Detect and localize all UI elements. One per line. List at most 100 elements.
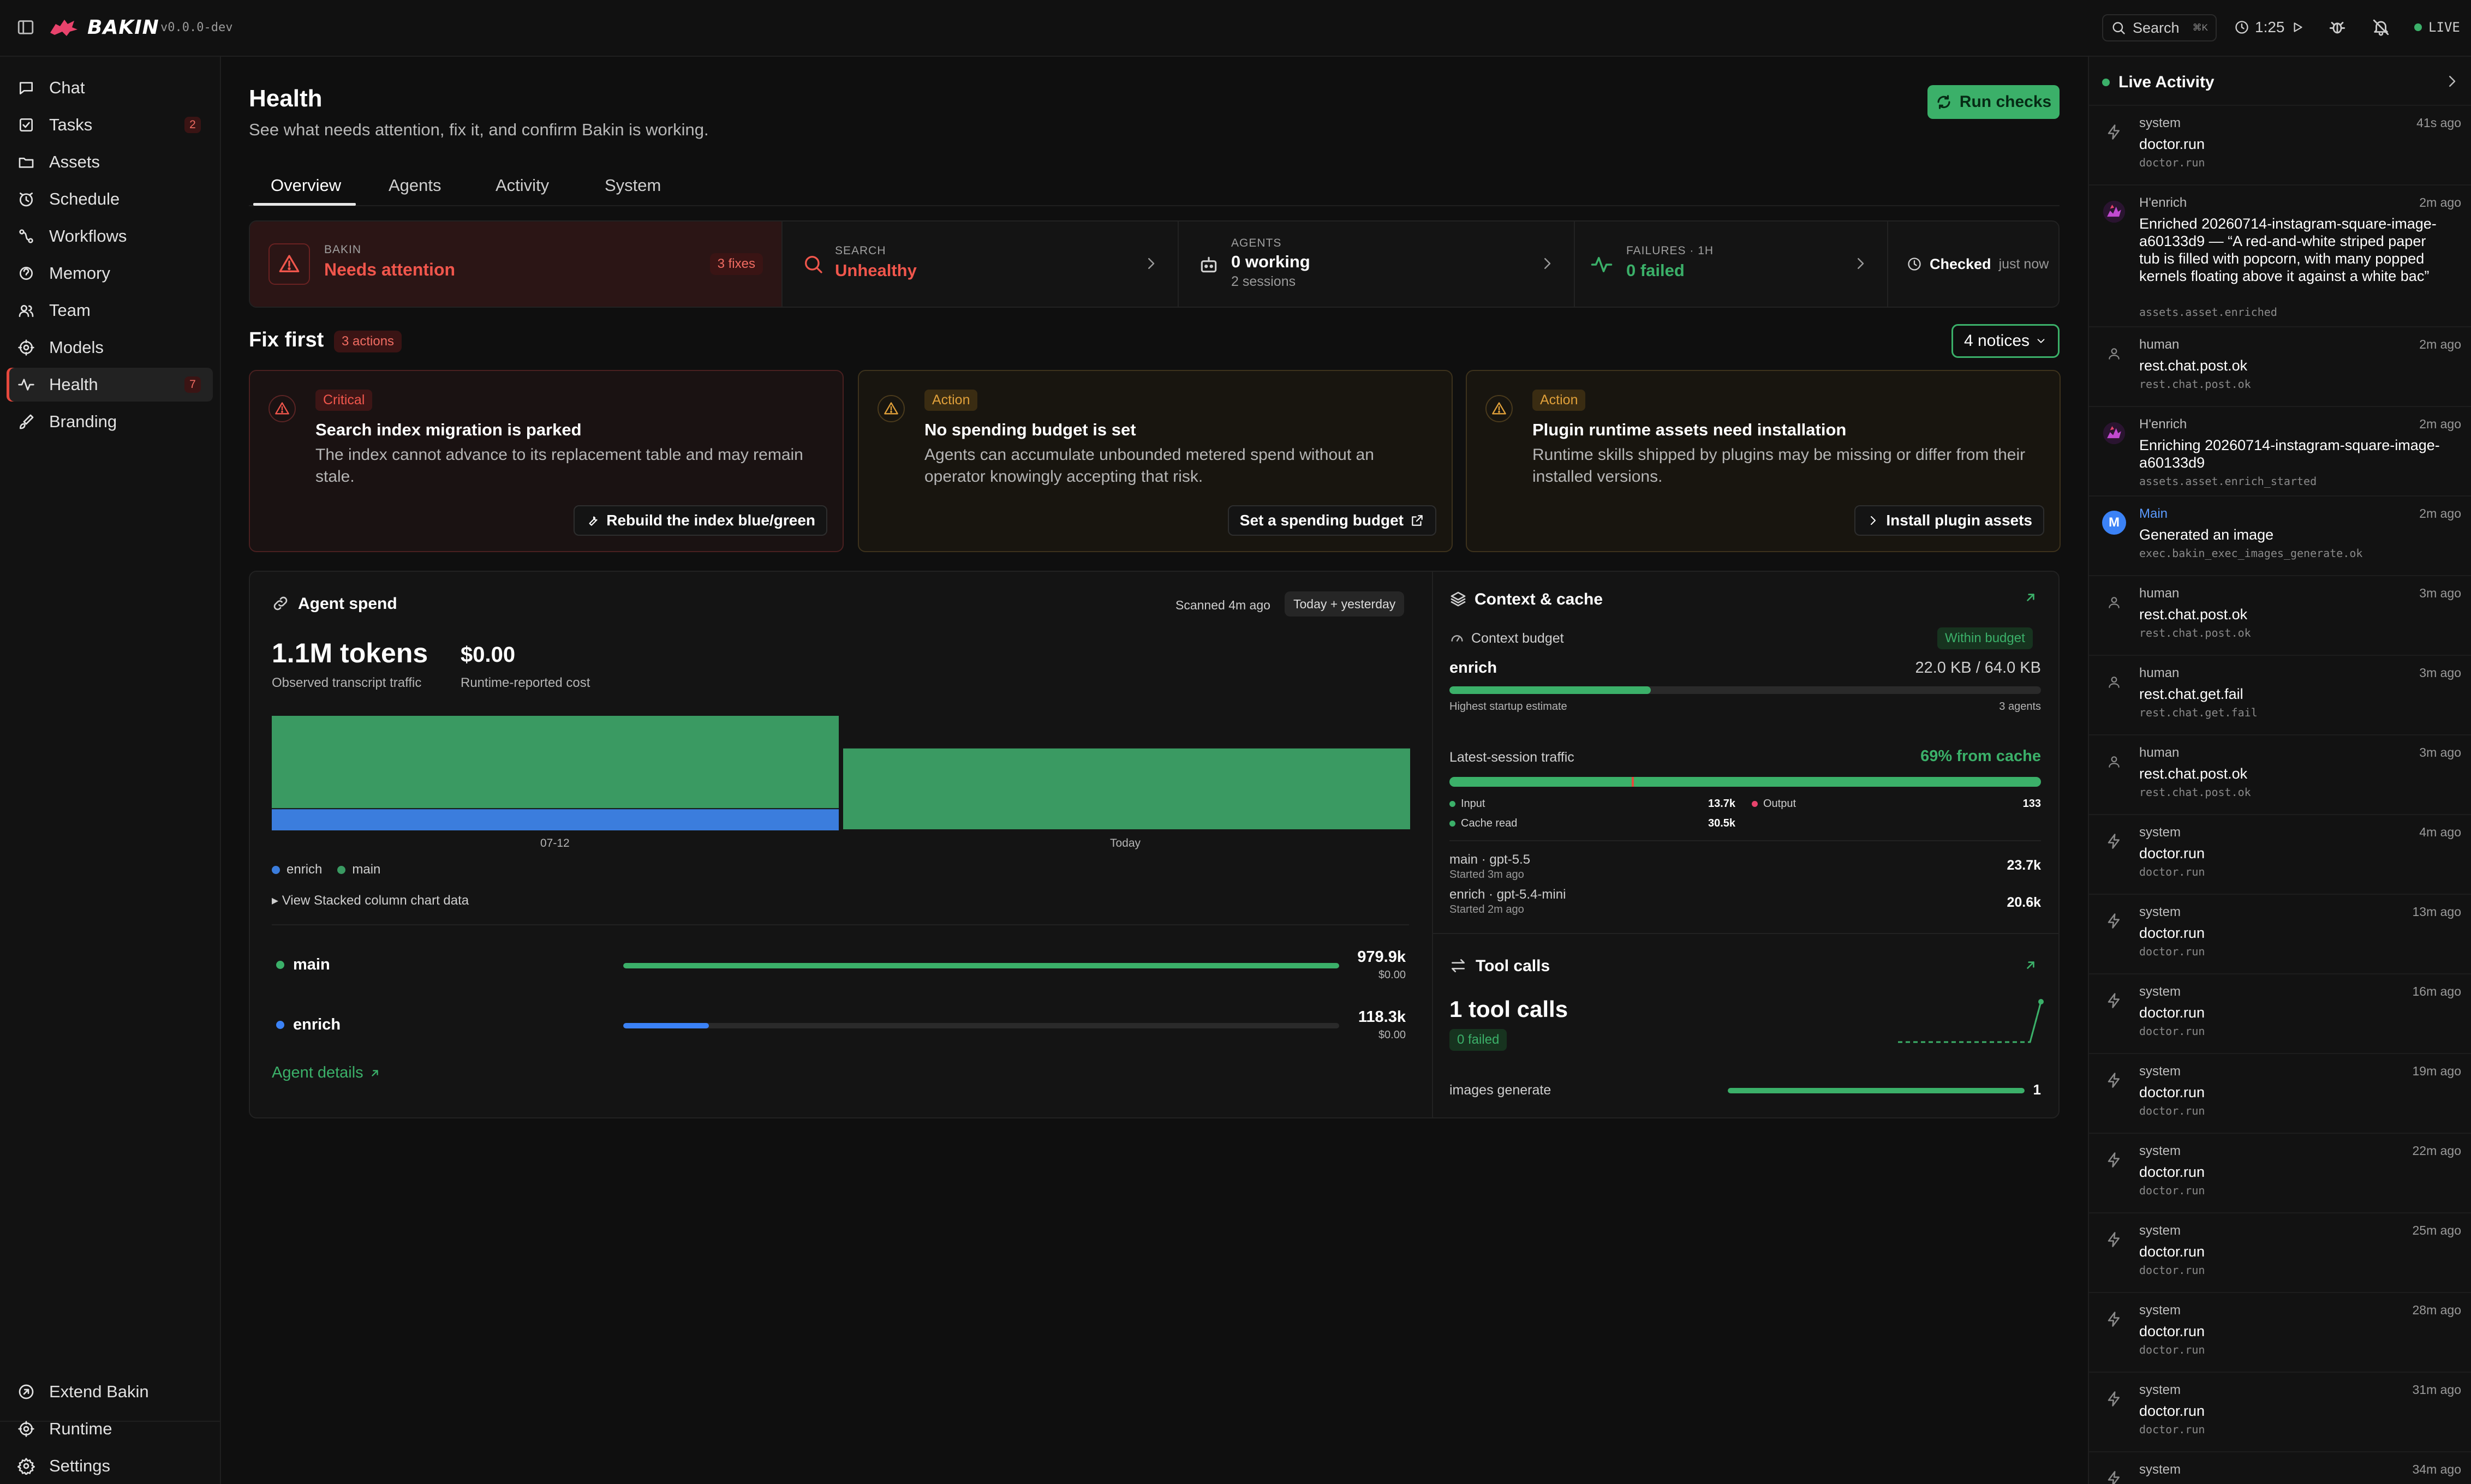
workflow-icon xyxy=(19,229,33,243)
chevron-right-icon xyxy=(1539,255,1555,272)
sidebar-item-label: Models xyxy=(49,338,104,357)
activity-item[interactable]: system 31m ago doctor.run doctor.run xyxy=(2089,1373,2471,1452)
bolt-icon xyxy=(2102,1387,2126,1411)
sidebar-item-label: Health xyxy=(49,375,98,394)
divider xyxy=(1433,933,2058,934)
activity-item[interactable]: system 4m ago doctor.run doctor.run xyxy=(2089,815,2471,895)
sidebar-item-models[interactable]: Models xyxy=(7,331,213,364)
tab-system[interactable]: System xyxy=(605,176,661,195)
live-activity-title: Live Activity xyxy=(2118,73,2215,91)
activity-time: 19m ago xyxy=(2412,1064,2461,1078)
fix-card-title: Search index migration is parked xyxy=(315,420,582,439)
tool-calls-open-icon[interactable] xyxy=(2024,958,2038,972)
set-spending-budget-button[interactable]: Set a spending budget xyxy=(1227,505,1436,536)
activity-event: exec.bakin_exec_images_generate.ok xyxy=(2139,547,2363,560)
agent-row-main[interactable]: main xyxy=(276,956,330,974)
context-open-icon[interactable] xyxy=(2024,590,2038,605)
activity-icon xyxy=(1590,253,1613,276)
activity-actor: human xyxy=(2139,745,2180,760)
status-bakin[interactable]: BAKIN Needs attention 3 fixes xyxy=(250,222,781,307)
run-checks-button[interactable]: Run checks xyxy=(1927,85,2060,119)
sidebar-toggle-icon[interactable] xyxy=(16,0,35,55)
view-chart-data-toggle[interactable]: ▸ View Stacked column chart data xyxy=(272,893,469,908)
activity-item[interactable]: M Main 2m ago Generated an image exec.bakin_… xyxy=(2089,496,2471,576)
bar-main-0[interactable] xyxy=(272,716,839,809)
activity-item[interactable]: system 13m ago doctor.run doctor.run xyxy=(2089,895,2471,974)
tab-activity[interactable]: Activity xyxy=(496,176,549,195)
session-value: 20.6k xyxy=(2007,895,2041,910)
activity-item[interactable]: system 16m ago doctor.run doctor.run xyxy=(2089,974,2471,1054)
activity-title: rest.chat.post.ok xyxy=(2139,357,2248,374)
activity-item[interactable]: human 3m ago rest.chat.post.ok rest.chat.po… xyxy=(2089,576,2471,656)
activity-item[interactable]: system 28m ago doctor.run doctor.run xyxy=(2089,1293,2471,1373)
tokens-label: Observed transcript traffic xyxy=(272,675,422,690)
fix-card-body: The index cannot advance to its replacem… xyxy=(315,446,803,486)
status-failures[interactable]: FAILURES · 1H 0 failed xyxy=(1574,222,1887,307)
activity-item[interactable]: system 19m ago doctor.run doctor.run xyxy=(2089,1054,2471,1134)
tabs-divider xyxy=(249,205,2060,206)
activity-item[interactable]: H'enrich 2m ago Enriched 20260714-instagra… xyxy=(2089,185,2471,327)
agent-row-enrich[interactable]: enrich xyxy=(276,1016,341,1034)
bar-main-1[interactable] xyxy=(843,748,1410,829)
sidebar-item-team[interactable]: Team xyxy=(7,294,213,327)
sidebar-item-memory[interactable]: Memory xyxy=(7,256,213,290)
rebuild-index-label: Rebuild the index blue/green xyxy=(606,512,815,529)
agent-details-link[interactable]: Agent details xyxy=(272,1064,381,1082)
status-search[interactable]: SEARCH Unhealthy xyxy=(781,222,1178,307)
sidebar-item-health[interactable]: Health 7 xyxy=(7,368,213,402)
tab-overview[interactable]: Overview xyxy=(271,176,341,195)
activity-item[interactable]: system 34m ago xyxy=(2089,1452,2471,1484)
range-selector[interactable]: Today + yesterday xyxy=(1285,591,1405,617)
tab-agents[interactable]: Agents xyxy=(389,176,441,195)
activity-item[interactable]: human 3m ago rest.chat.get.fail rest.chat.g… xyxy=(2089,656,2471,735)
activity-event: doctor.run xyxy=(2139,1184,2205,1197)
bar-enrich-0[interactable] xyxy=(272,809,839,830)
alert-triangle-icon xyxy=(268,243,310,285)
fixes-badge: 3 fixes xyxy=(709,253,763,275)
cost-label: Runtime-reported cost xyxy=(461,675,590,690)
sidebar-item-label: Team xyxy=(49,301,91,320)
activity-item[interactable]: system 25m ago doctor.run doctor.run xyxy=(2089,1213,2471,1293)
rebuild-index-button[interactable]: Rebuild the index blue/green xyxy=(574,505,827,536)
search-button[interactable]: Search ⌘K xyxy=(2102,14,2217,41)
chevron-right-icon xyxy=(1852,255,1869,272)
tokens-value: 1.1M tokens xyxy=(272,638,428,668)
notifications-off-icon[interactable] xyxy=(2372,0,2390,55)
clock-icon xyxy=(2235,21,2248,34)
install-plugin-assets-button[interactable]: Install plugin assets xyxy=(1854,505,2044,536)
activity-event: doctor.run xyxy=(2139,1423,2205,1436)
bolt-icon xyxy=(2102,989,2126,1013)
sidebar-item-label: Chat xyxy=(49,78,85,97)
status-agents-value: 0 working xyxy=(1231,252,1310,271)
activity-time: 3m ago xyxy=(2419,745,2461,759)
tool-calls-value: 1 tool calls xyxy=(1449,996,1568,1022)
debug-icon[interactable] xyxy=(2328,0,2347,55)
agent-tokens-enrich: 118.3k xyxy=(1358,1008,1406,1026)
sidebar-item-branding[interactable]: Branding xyxy=(7,405,213,439)
timer-control[interactable]: 1:25 xyxy=(2234,0,2305,55)
sidebar-item-chat[interactable]: Chat xyxy=(7,71,213,105)
status-agents[interactable]: AGENTS 0 working 2 sessions xyxy=(1178,222,1574,307)
session-value: 23.7k xyxy=(2007,858,2041,873)
collapse-panel-icon[interactable] xyxy=(2444,73,2460,89)
activity-item[interactable]: human 3m ago rest.chat.post.ok rest.chat.po… xyxy=(2089,735,2471,815)
activity-title: rest.chat.get.fail xyxy=(2139,686,2243,702)
activity-title: doctor.run xyxy=(2139,136,2205,152)
sidebar-item-runtime[interactable]: Runtime xyxy=(7,1412,213,1446)
timer-value: 1:25 xyxy=(2255,19,2285,35)
sidebar-item-schedule[interactable]: Schedule xyxy=(7,182,213,216)
sidebar-item-tasks[interactable]: Tasks 2 xyxy=(7,108,213,142)
activity-time: 41s ago xyxy=(2416,116,2461,130)
sidebar-item-assets[interactable]: Assets xyxy=(7,145,213,179)
activity-item[interactable]: system 22m ago doctor.run doctor.run xyxy=(2089,1134,2471,1213)
activity-item[interactable]: system 41s ago doctor.run doctor.run xyxy=(2089,106,2471,185)
sidebar-item-settings[interactable]: Settings xyxy=(7,1449,213,1483)
activity-item[interactable]: H'enrich 2m ago Enriching 20260714-instagr… xyxy=(2089,407,2471,496)
sidebar-item-extend-bakin[interactable]: Extend Bakin xyxy=(7,1375,213,1409)
activity-event: doctor.run xyxy=(2139,945,2205,958)
notices-dropdown[interactable]: 4 notices xyxy=(1951,324,2060,358)
activity-item[interactable]: human 2m ago rest.chat.post.ok rest.chat.po… xyxy=(2089,327,2471,407)
sidebar-item-workflows[interactable]: Workflows xyxy=(7,219,213,253)
app-name: BAKIN xyxy=(87,16,159,39)
clock-icon xyxy=(20,193,33,207)
